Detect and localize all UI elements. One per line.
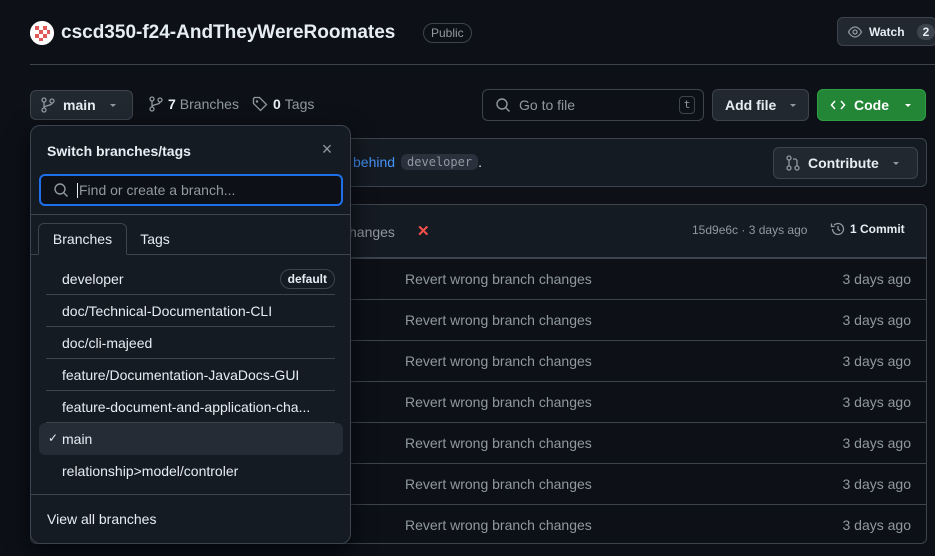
close-icon[interactable]: × — [319, 140, 335, 158]
branch-select-button[interactable]: main — [30, 90, 133, 120]
eye-icon — [847, 25, 863, 38]
code-icon — [830, 100, 846, 110]
chevron-down-icon — [790, 104, 797, 107]
current-branch-label: main — [63, 97, 96, 113]
visibility-badge: Public — [423, 23, 472, 43]
branch-name: relationship>model/controler — [62, 463, 239, 479]
branch-name: feature/Documentation-JavaDocs-GUI — [62, 367, 300, 383]
branches-count-link[interactable]: 7 Branches — [149, 96, 239, 112]
history-icon — [830, 222, 845, 236]
branch-search-input[interactable]: Find or create a branch... — [39, 174, 343, 206]
watch-count: 2 — [916, 23, 935, 40]
contribute-label: Contribute — [808, 155, 879, 171]
file-commit-age: 3 days ago — [842, 435, 912, 451]
chevron-down-icon — [905, 104, 911, 107]
watch-button[interactable]: Watch 2 — [837, 17, 935, 46]
commit-hash[interactable]: 15d9e6c — [692, 223, 738, 237]
commit-count-label: 1 Commit — [850, 222, 905, 236]
file-commit-message[interactable]: Revert wrong branch changes — [405, 517, 592, 533]
text-cursor — [77, 182, 78, 198]
search-icon — [54, 183, 68, 197]
dropdown-divider — [31, 214, 350, 215]
branch-item-main[interactable]: ✓ main — [39, 423, 343, 455]
code-label: Code — [854, 97, 889, 113]
branch-item[interactable]: feature/Documentation-JavaDocs-GUI — [46, 359, 335, 391]
branch-item[interactable]: doc/cli-majeed — [46, 327, 335, 359]
tab-tags[interactable]: Tags — [127, 223, 183, 255]
repo-header: cscd350-f24-AndTheyWereRoomates Public W… — [0, 0, 935, 65]
commit-history-link[interactable]: 1 Commit — [830, 221, 905, 237]
go-to-file-placeholder: Go to file — [519, 97, 576, 113]
file-commit-message[interactable]: Revert wrong branch changes — [405, 394, 592, 410]
watch-label: Watch — [869, 24, 905, 39]
chevron-down-icon — [892, 162, 899, 165]
chevron-down-icon — [109, 104, 116, 107]
branch-comparison-text: behind developer . — [353, 154, 482, 170]
branches-count: 7 — [168, 96, 176, 112]
branch-switcher-dropdown: Switch branches/tags × Find or create a … — [30, 125, 351, 544]
x-icon[interactable]: ✕ — [417, 222, 430, 240]
tags-count: 0 — [273, 96, 281, 112]
go-to-file-input[interactable]: Go to file t — [482, 89, 704, 121]
latest-commit-meta: 15d9e6c · 3 days ago — [692, 223, 807, 237]
tag-icon — [252, 96, 268, 112]
file-commit-message[interactable]: Revert wrong branch changes — [405, 435, 592, 451]
file-commit-age: 3 days ago — [842, 476, 912, 492]
header-divider — [30, 64, 935, 65]
tags-count-link[interactable]: 0 Tags — [252, 96, 314, 112]
file-commit-age: 3 days ago — [842, 353, 912, 369]
dropdown-title: Switch branches/tags — [47, 143, 191, 159]
file-commit-age: 3 days ago — [842, 312, 912, 328]
git-branch-icon — [149, 96, 163, 112]
file-commit-age: 3 days ago — [842, 517, 912, 533]
base-branch-ref: developer — [401, 154, 479, 170]
file-commit-message[interactable]: Revert wrong branch changes — [405, 353, 592, 369]
keyboard-shortcut-hint: t — [679, 96, 695, 114]
add-file-label: Add file — [725, 97, 777, 113]
add-file-button[interactable]: Add file — [712, 89, 809, 121]
branch-item[interactable]: doc/Technical-Documentation-CLI — [46, 295, 335, 327]
branch-item[interactable]: feature-document-and-application-cha... — [46, 391, 335, 423]
git-pull-request-icon — [786, 155, 800, 171]
code-button[interactable]: Code — [817, 89, 926, 121]
file-commit-message[interactable]: Revert wrong branch changes — [405, 271, 592, 287]
branch-name: doc/Technical-Documentation-CLI — [62, 303, 273, 319]
search-icon — [496, 98, 510, 112]
branch-item[interactable]: relationship>model/controler — [46, 455, 335, 487]
repo-name-link[interactable]: cscd350-f24-AndTheyWereRoomates — [61, 21, 395, 45]
meta-separator: · — [738, 223, 749, 237]
latest-commit-message[interactable]: hanges — [349, 224, 395, 240]
branch-name: main — [62, 431, 93, 447]
tags-label: Tags — [284, 96, 315, 112]
git-branch-icon — [41, 97, 55, 113]
file-commit-age: 3 days ago — [842, 394, 912, 410]
default-badge: default — [279, 269, 335, 289]
behind-link[interactable]: behind — [353, 154, 395, 170]
contribute-button[interactable]: Contribute — [773, 147, 918, 179]
file-commit-age: 3 days ago — [842, 271, 912, 287]
branch-search-placeholder: Find or create a branch... — [79, 182, 236, 198]
file-commit-message[interactable]: Revert wrong branch changes — [405, 476, 592, 492]
repo-owner-avatar[interactable] — [30, 21, 54, 45]
commit-age: 3 days ago — [748, 223, 808, 237]
branch-item-developer[interactable]: developer default — [46, 263, 335, 295]
check-icon: ✓ — [48, 431, 59, 445]
file-commit-message[interactable]: Revert wrong branch changes — [405, 312, 592, 328]
repo-page: cscd350-f24-AndTheyWereRoomates Public W… — [0, 0, 935, 556]
dropdown-footer-divider — [31, 494, 350, 495]
comparison-trailing: . — [478, 154, 482, 170]
branches-label: Branches — [179, 96, 239, 112]
branch-name: doc/cli-majeed — [62, 335, 153, 351]
tab-branches[interactable]: Branches — [38, 223, 127, 255]
branch-name: feature-document-and-application-cha... — [62, 399, 311, 415]
view-all-branches-link[interactable]: View all branches — [47, 511, 156, 527]
